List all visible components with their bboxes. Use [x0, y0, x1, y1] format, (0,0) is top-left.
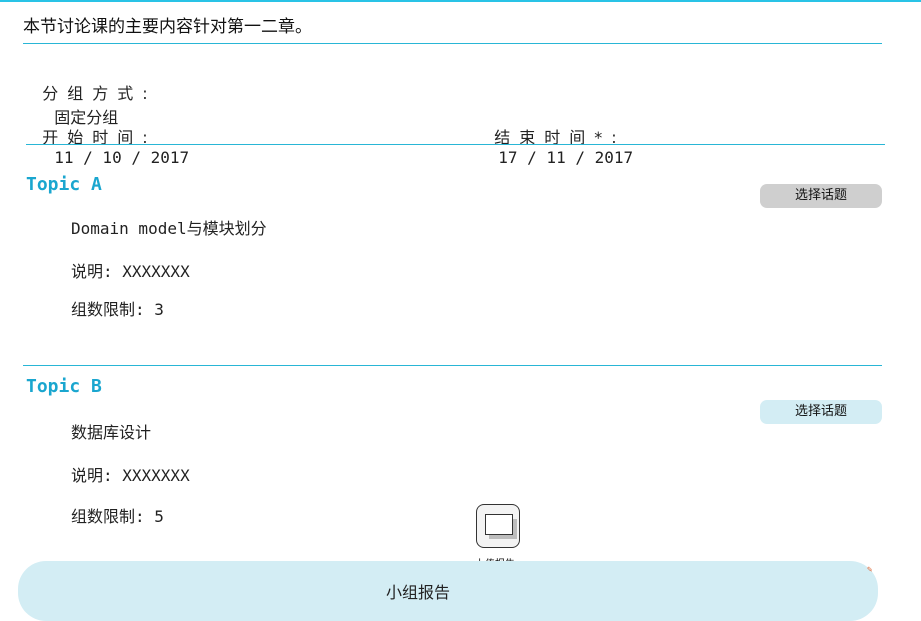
grouping-label: 分组方式:: [42, 84, 157, 103]
end-time-value: 17 / 11 / 2017: [498, 148, 634, 167]
topic-b-title: Topic B: [26, 376, 102, 397]
upload-screen-icon: [485, 514, 513, 535]
topic-a-title: Topic A: [26, 174, 102, 195]
divider: [23, 365, 882, 366]
divider: [23, 43, 882, 44]
select-topic-b-button[interactable]: 选择话题: [760, 400, 882, 424]
topic-a-limit: 组数限制: 3: [71, 300, 164, 319]
topic-b-name: 数据库设计: [71, 423, 152, 442]
divider: [26, 144, 885, 145]
select-topic-a-button[interactable]: 选择话题: [760, 184, 882, 208]
topic-a-description: 说明: XXXXXXX: [71, 262, 190, 281]
group-report-panel-title: 小组报告: [386, 583, 451, 602]
end-time-row: 结束时间*: 17 / 11 / 2017: [475, 105, 633, 167]
intro-text: 本节讨论课的主要内容针对第一二章。: [23, 17, 312, 37]
topic-a-name: Domain model与模块划分: [71, 219, 267, 238]
start-time-row: 开始时间: 11 / 10 / 2017: [23, 105, 189, 167]
topic-b-limit: 组数限制: 5: [71, 507, 164, 526]
start-time-value: 11 / 10 / 2017: [54, 148, 190, 167]
upload-report-button[interactable]: [476, 504, 520, 548]
top-accent-bar: [0, 0, 921, 2]
topic-b-description: 说明: XXXXXXX: [71, 466, 190, 485]
pencil-icon: ✎: [867, 565, 873, 575]
